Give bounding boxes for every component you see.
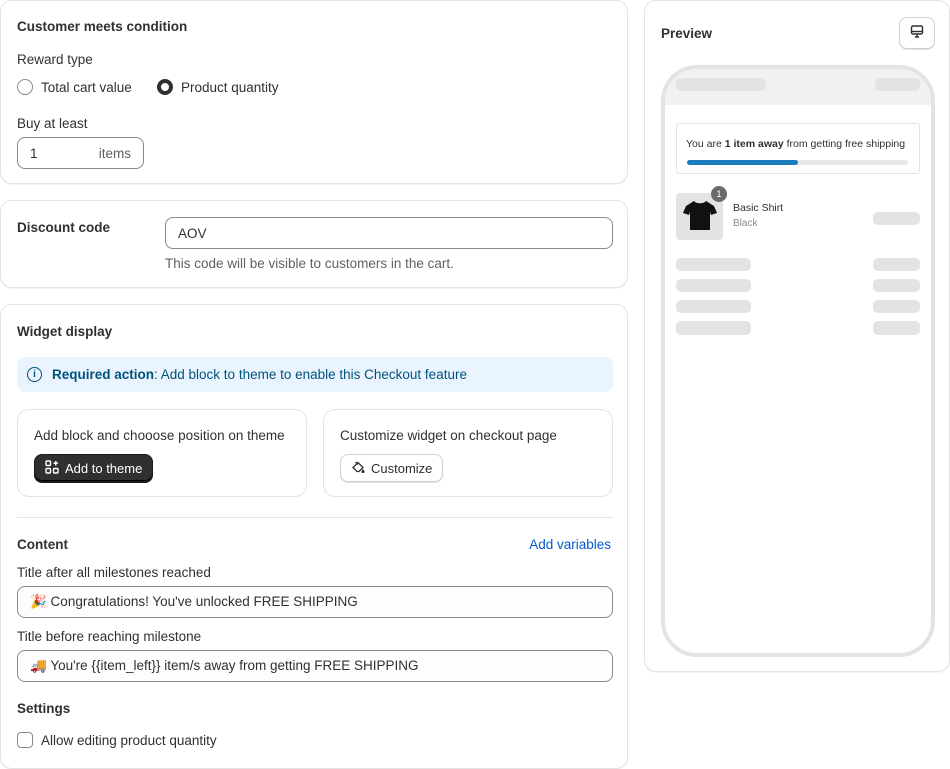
widget-card: Widget display i Required action: Add bl… bbox=[0, 304, 628, 769]
apps-icon bbox=[45, 459, 59, 477]
allow-editing-quantity[interactable]: Allow editing product quantity bbox=[17, 732, 217, 748]
summary-skeleton bbox=[676, 279, 751, 292]
add-block-title: Add block and chooose position on theme bbox=[34, 428, 285, 443]
radio-product-quantity-control[interactable] bbox=[157, 79, 173, 95]
settings-title: Settings bbox=[17, 701, 71, 716]
add-variables-link[interactable]: Add variables bbox=[529, 537, 611, 552]
summary-skeleton bbox=[873, 321, 920, 335]
product-name: Basic Shirt bbox=[733, 202, 784, 214]
tshirt-icon bbox=[682, 199, 718, 234]
title-after-label: Title after all milestones reached bbox=[17, 565, 211, 580]
progress-bold: 1 item away bbox=[724, 138, 784, 150]
summary-skeleton bbox=[873, 258, 920, 271]
customize-button[interactable]: Customize bbox=[340, 454, 444, 482]
progress-prefix: You are bbox=[686, 138, 725, 150]
radio-total-cart-value[interactable]: Total cart value bbox=[17, 79, 132, 95]
shipping-progress-widget: You are 1 item away from getting free sh… bbox=[676, 123, 920, 174]
summary-skeleton bbox=[676, 300, 751, 313]
title-after-input[interactable]: 🎉 Congratulations! You've unlocked FREE … bbox=[17, 586, 613, 618]
phone-preview: You are 1 item away from getting free sh… bbox=[661, 65, 935, 657]
discount-card: Discount code AOV This code will be visi… bbox=[0, 200, 628, 288]
quantity-suffix: items bbox=[98, 145, 131, 161]
add-to-theme-label: Add to theme bbox=[65, 460, 143, 476]
buy-at-least-label: Buy at least bbox=[17, 116, 88, 131]
required-action-banner: i Required action: Add block to theme to… bbox=[17, 357, 613, 392]
radio-product-quantity-label: Product quantity bbox=[181, 79, 279, 95]
discount-title: Discount code bbox=[17, 220, 111, 235]
add-to-theme-button[interactable]: Add to theme bbox=[34, 454, 154, 482]
paint-bucket-icon bbox=[351, 460, 365, 477]
device-toggle-button[interactable] bbox=[899, 17, 935, 49]
discount-code-value: AOV bbox=[178, 225, 207, 241]
widget-title: Widget display bbox=[17, 324, 113, 339]
preview-card: Preview You are 1 item away from getting… bbox=[644, 0, 950, 672]
quantity-value: 1 bbox=[30, 145, 38, 161]
header-skeleton-left bbox=[676, 78, 766, 91]
radio-total-cart-value-label: Total cart value bbox=[41, 79, 132, 95]
title-before-label: Title before reaching milestone bbox=[17, 629, 202, 644]
content-title: Content bbox=[17, 537, 68, 552]
header-skeleton-right bbox=[875, 78, 920, 91]
summary-skeleton bbox=[873, 279, 920, 292]
divider bbox=[17, 517, 613, 518]
summary-skeleton bbox=[873, 300, 920, 313]
title-before-input[interactable]: 🚚 You're {{item_left}} item/s away from … bbox=[17, 650, 613, 682]
product-variant: Black bbox=[733, 218, 758, 229]
condition-card: Customer meets condition Reward type Tot… bbox=[0, 0, 628, 184]
discount-code-input[interactable]: AOV bbox=[165, 217, 613, 249]
progress-text: You are 1 item away from getting free sh… bbox=[686, 138, 905, 150]
allow-editing-checkbox[interactable] bbox=[17, 732, 33, 748]
customize-widget-title: Customize widget on checkout page bbox=[340, 428, 557, 443]
info-icon: i bbox=[27, 367, 42, 382]
discount-code-help: This code will be visible to customers i… bbox=[165, 256, 454, 271]
desktop-icon bbox=[909, 24, 925, 43]
progress-suffix: from getting free shipping bbox=[783, 138, 906, 150]
title-after-value: 🎉 Congratulations! You've unlocked FREE … bbox=[30, 594, 358, 609]
reward-type-label: Reward type bbox=[17, 52, 93, 67]
phone-header bbox=[665, 69, 931, 105]
add-block-box: Add block and chooose position on theme … bbox=[17, 409, 307, 497]
banner-message: : Add block to theme to enable this Chec… bbox=[154, 367, 467, 382]
summary-skeleton bbox=[676, 258, 751, 271]
progress-track bbox=[687, 160, 908, 165]
quantity-input[interactable]: 1 items bbox=[17, 137, 144, 169]
radio-product-quantity[interactable]: Product quantity bbox=[157, 79, 279, 95]
radio-total-cart-value-control[interactable] bbox=[17, 79, 33, 95]
progress-fill bbox=[687, 160, 798, 165]
product-quantity-badge: 1 bbox=[711, 186, 727, 202]
allow-editing-label: Allow editing product quantity bbox=[41, 732, 217, 748]
title-before-value: 🚚 You're {{item_left}} item/s away from … bbox=[30, 658, 419, 673]
banner-text: Required action: Add block to theme to e… bbox=[52, 367, 467, 382]
preview-title: Preview bbox=[661, 26, 713, 41]
price-skeleton bbox=[873, 212, 920, 225]
customize-label: Customize bbox=[371, 460, 433, 476]
summary-skeleton bbox=[676, 321, 751, 335]
condition-title: Customer meets condition bbox=[17, 19, 188, 34]
customize-widget-box: Customize widget on checkout page Custom… bbox=[323, 409, 613, 497]
banner-strong: Required action bbox=[52, 367, 155, 382]
